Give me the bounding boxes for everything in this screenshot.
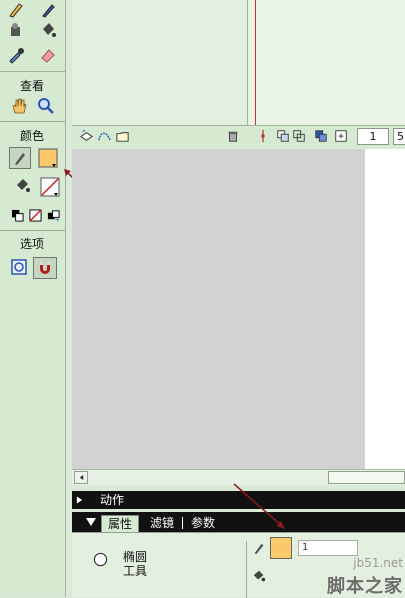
onion-skin-button[interactable] — [275, 128, 291, 144]
insert-folder-button[interactable] — [114, 128, 130, 144]
paint-bucket-tool[interactable] — [38, 20, 58, 40]
ink-bottle-icon — [11, 23, 20, 36]
tab-filters[interactable]: 滤镜 — [144, 515, 180, 532]
view-section-title: 查看 — [19, 79, 44, 93]
properties-stroke-swatch[interactable] — [270, 537, 292, 559]
eyedropper-icon — [9, 48, 24, 64]
onion-skin-icon — [277, 130, 289, 142]
swap-colors-icon — [47, 209, 60, 221]
center-frame-button[interactable] — [255, 128, 271, 144]
no-color-button[interactable] — [28, 205, 42, 225]
edit-frames-icon — [315, 130, 327, 142]
stage-area[interactable] — [72, 149, 405, 469]
folder-icon — [115, 131, 129, 142]
stroke-color-button[interactable] — [9, 147, 31, 169]
oval-tool-icon — [93, 552, 108, 567]
trash-icon — [228, 131, 238, 142]
black-white-button[interactable] — [10, 205, 24, 225]
toolbox-divider — [0, 71, 65, 72]
color-section-title: 颜色 — [19, 129, 44, 143]
fill-bucket-icon — [253, 570, 266, 582]
eyedropper-tool[interactable] — [6, 45, 26, 65]
ink-bottle-tool[interactable] — [6, 20, 26, 40]
pencil-icon — [9, 3, 23, 18]
tool-name-line2: 工具 — [123, 564, 148, 578]
no-color-swatch-icon — [40, 177, 60, 197]
arrow-left-icon — [79, 474, 83, 481]
tab-parameters[interactable]: 参数 — [185, 515, 221, 532]
annotation-arrow — [233, 483, 285, 529]
tool-name-line1: 椭圆 — [123, 550, 148, 564]
options-section-title: 选项 — [19, 237, 44, 251]
timeline-toolbar: 1 5 — [72, 125, 405, 147]
tab-separator — [182, 517, 183, 529]
fill-color-button[interactable] — [13, 176, 33, 196]
swap-colors-button[interactable] — [46, 205, 60, 225]
triangle-right-icon — [76, 496, 83, 504]
stroke-pencil-icon — [254, 543, 264, 555]
paint-bucket-icon — [43, 23, 56, 37]
brush-tool[interactable] — [38, 0, 58, 20]
magnifier-icon — [38, 98, 54, 114]
scroll-thumb[interactable] — [328, 471, 405, 484]
scroll-left-button[interactable] — [74, 471, 88, 484]
delete-layer-button[interactable] — [225, 128, 241, 144]
brush-icon — [42, 4, 55, 18]
insert-layer-button[interactable] — [78, 128, 94, 144]
center-frame-icon — [261, 129, 265, 143]
color-swatch-icon — [38, 148, 58, 168]
hand-icon — [12, 98, 27, 114]
current-frame-field[interactable]: 1 — [357, 128, 389, 145]
magnet-icon — [40, 262, 50, 274]
zoom-tool[interactable] — [36, 96, 56, 116]
frame-rate-field[interactable]: 5 — [393, 128, 405, 145]
stroke-height-field[interactable]: 1 — [298, 540, 358, 556]
pencil-tool[interactable] — [6, 0, 26, 20]
default-colors-icon — [11, 209, 24, 222]
snap-to-objects-button[interactable] — [33, 257, 57, 279]
toolbox-divider — [0, 230, 65, 231]
onion-outline-icon — [293, 130, 305, 142]
stroke-pencil-icon — [15, 153, 25, 165]
edit-multiple-frames-button[interactable] — [313, 128, 329, 144]
hand-tool[interactable] — [9, 96, 29, 116]
object-drawing-button[interactable] — [9, 257, 29, 277]
fill-color-swatch[interactable] — [39, 176, 61, 198]
insert-layer-icon — [79, 129, 93, 141]
canvas[interactable] — [365, 149, 405, 469]
toolbox-divider — [0, 121, 65, 122]
tools-panel: 查看 颜色 选项 — [0, 0, 66, 597]
no-color-icon — [28, 208, 42, 222]
layers-area — [72, 0, 248, 125]
properties-divider — [246, 541, 247, 598]
stroke-color-swatch[interactable] — [37, 147, 59, 169]
actions-label: 动作 — [100, 493, 125, 507]
triangle-down-icon — [86, 518, 96, 526]
playhead[interactable] — [255, 0, 256, 125]
timeline-panel: 1 5 — [72, 0, 405, 147]
watermark-url: jb51.net — [353, 556, 403, 570]
add-motion-guide-button[interactable] — [96, 128, 112, 144]
onion-markers-icon — [335, 130, 347, 142]
modify-onion-markers-button[interactable] — [333, 128, 349, 144]
watermark-text: 脚本之家 — [327, 576, 403, 597]
motion-guide-icon — [97, 132, 111, 141]
onion-skin-outlines-button[interactable] — [291, 128, 307, 144]
tab-properties[interactable]: 属性 — [101, 515, 140, 532]
eraser-tool[interactable] — [38, 45, 58, 65]
object-drawing-icon — [11, 259, 27, 275]
frames-area[interactable] — [249, 0, 405, 125]
eraser-icon — [41, 49, 55, 63]
fill-bucket-icon — [17, 179, 30, 192]
